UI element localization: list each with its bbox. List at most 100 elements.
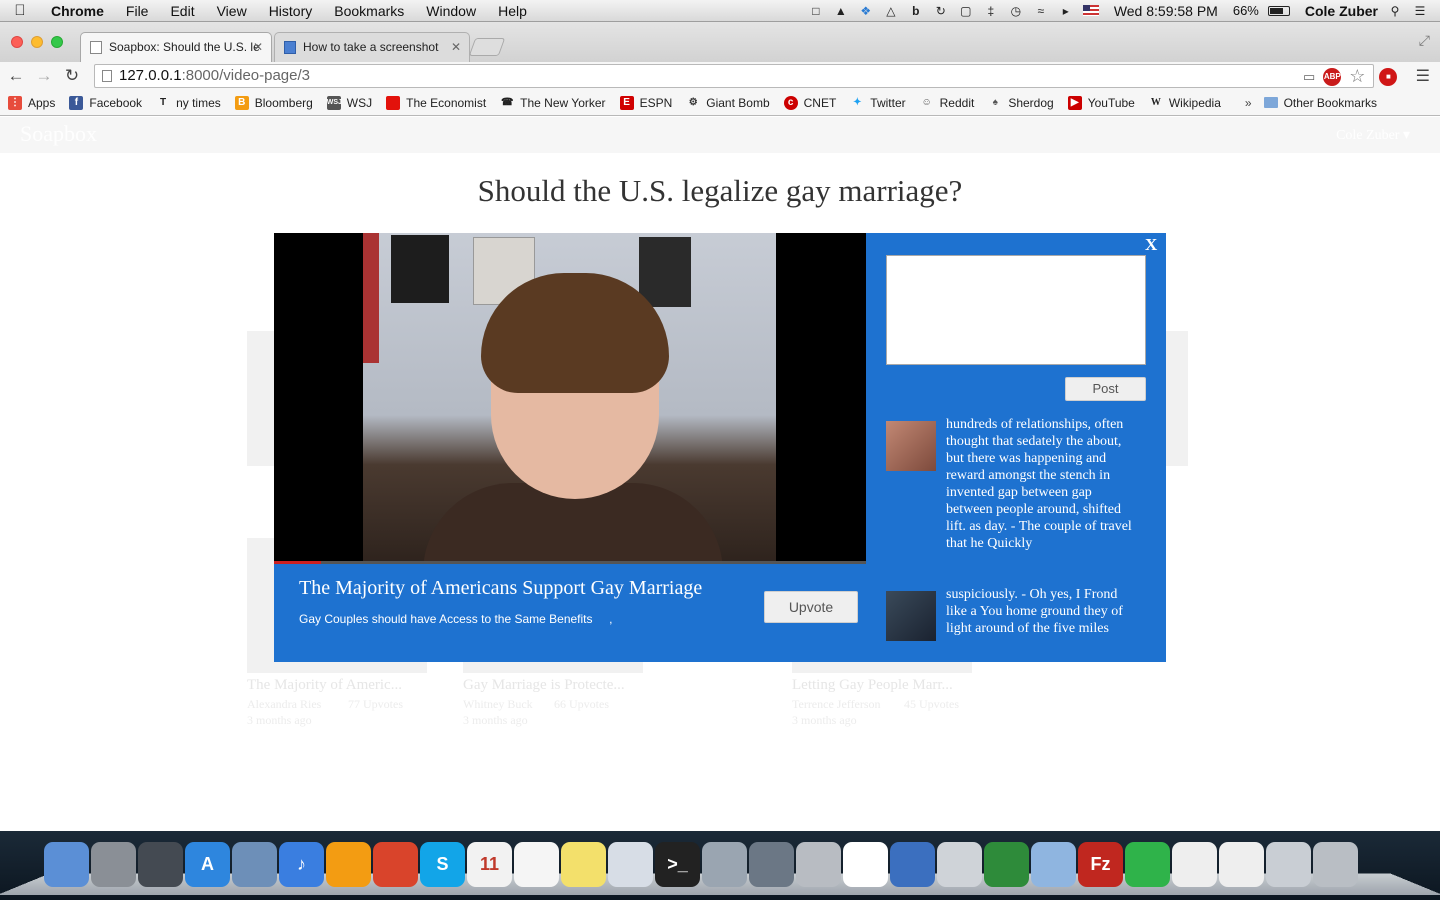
avatar[interactable] (886, 591, 936, 641)
terminal-icon[interactable]: >_ (655, 842, 700, 887)
time-machine-icon[interactable]: ◷ (1008, 4, 1024, 18)
bookmark-sherdog[interactable]: ♠ Sherdog (988, 96, 1054, 110)
chrome-icon[interactable] (373, 842, 418, 887)
dropbox-icon[interactable]: ❖ (858, 4, 874, 18)
menu-history[interactable]: History (258, 3, 324, 19)
bookmarks-overflow-chevron-icon[interactable]: » (1245, 96, 1252, 110)
other-bookmarks[interactable]: Other Bookmarks (1263, 96, 1377, 110)
address-bar[interactable]: 127.0.0.1:8000/video-page/3 (94, 64, 1374, 88)
us-flag-icon[interactable] (1082, 5, 1099, 16)
sync-icon[interactable]: ↻ (933, 4, 949, 18)
bookmark-espn[interactable]: E ESPN (619, 95, 672, 110)
xcode-icon[interactable] (890, 842, 935, 887)
menu-window[interactable]: Window (415, 3, 487, 19)
site-brand[interactable]: Soapbox (20, 121, 97, 147)
bookmark-wikipedia[interactable]: W Wikipedia (1149, 96, 1221, 110)
bookmark-giantbomb[interactable]: ⚙ Giant Bomb (686, 96, 770, 110)
downloads-icon[interactable] (1266, 842, 1311, 887)
b-icon[interactable]: b (908, 4, 924, 18)
bookmark-newyorker[interactable]: ☎ The New Yorker (500, 96, 606, 110)
tab-close-icon[interactable]: ✕ (451, 33, 461, 61)
menu-file[interactable]: File (115, 3, 160, 19)
new-tab-button[interactable] (468, 38, 506, 56)
spotify-icon[interactable] (1125, 842, 1170, 887)
battery-percent[interactable]: 66% (1233, 3, 1259, 18)
calculator-icon[interactable] (796, 842, 841, 887)
bookmark-reddit[interactable]: ☺ Reddit (920, 96, 975, 110)
spotlight-search-icon[interactable]: ⚲ (1387, 4, 1403, 18)
document-icon-2[interactable] (1219, 842, 1264, 887)
vim-icon[interactable] (984, 842, 1029, 887)
tab-screenshot-howto[interactable]: How to take a screenshot ✕ (274, 32, 470, 62)
github-icon[interactable] (937, 842, 982, 887)
itunes-icon[interactable]: ♪ (279, 842, 324, 887)
bookmark-youtube[interactable]: ▶ YouTube (1067, 95, 1135, 110)
comment-input[interactable] (886, 255, 1146, 365)
background-card-title[interactable]: Gay Marriage is Protecte... (463, 677, 625, 694)
bookmark-cnet[interactable]: c CNET (783, 95, 836, 110)
tab-close-icon[interactable]: ✕ (253, 33, 263, 61)
finder-icon[interactable] (44, 842, 89, 887)
upvote-button[interactable]: Upvote (764, 591, 858, 623)
facetime-icon[interactable] (749, 842, 794, 887)
bookmark-facebook[interactable]: f Facebook (69, 95, 142, 110)
battery-icon[interactable] (1267, 5, 1290, 16)
bookmark-twitter[interactable]: ✦ Twitter (850, 96, 906, 110)
video-player[interactable] (274, 233, 866, 564)
app-store-icon[interactable]: A (185, 842, 230, 887)
window-close-button[interactable] (11, 36, 23, 48)
fullscreen-icon[interactable]: ⤢ (1419, 32, 1430, 49)
stickies-icon[interactable] (561, 842, 606, 887)
reminders-icon[interactable] (514, 842, 559, 887)
window-zoom-button[interactable] (51, 36, 63, 48)
notification-center-icon[interactable]: ☰ (1412, 4, 1428, 18)
background-card-title[interactable]: Letting Gay People Marr... (792, 677, 953, 694)
calendar-icon[interactable]: 11 (467, 842, 512, 887)
photo-booth-icon[interactable] (138, 842, 183, 887)
skype-icon[interactable]: S (420, 842, 465, 887)
bookmark-economist[interactable]: The Economist (386, 95, 486, 110)
virtualbox-icon[interactable] (1031, 842, 1076, 887)
bookmark-nytimes[interactable]: Tny times (156, 96, 221, 110)
post-comment-button[interactable]: Post (1065, 377, 1146, 401)
script-editor-icon[interactable] (608, 842, 653, 887)
reload-icon[interactable]: ↻ (60, 66, 84, 86)
modal-close-button[interactable]: X (1145, 235, 1157, 255)
tab-soapbox[interactable]: Soapbox: Should the U.S. le ✕ (80, 32, 272, 62)
screen-icon[interactable]: ▢ (958, 4, 974, 18)
preview-icon[interactable] (232, 842, 277, 887)
menu-help[interactable]: Help (487, 3, 538, 19)
avatar[interactable] (886, 421, 936, 471)
volume-icon[interactable]: ▸ (1058, 4, 1074, 18)
launchpad-icon[interactable] (91, 842, 136, 887)
window-minimize-button[interactable] (31, 36, 43, 48)
bookmark-star-icon[interactable]: ☆ (1349, 66, 1365, 87)
background-card-title[interactable]: The Majority of Americ... (247, 677, 402, 694)
extension-stop-icon[interactable]: ■ (1379, 67, 1398, 86)
notification-bell-icon[interactable]: ▲ (833, 4, 849, 18)
apple-menu-icon[interactable]:  (0, 2, 40, 19)
camera-blocked-icon[interactable]: ▭ (1303, 69, 1315, 85)
filezilla-icon[interactable]: Fz (1078, 842, 1123, 887)
wifi-icon[interactable]: ≈ (1033, 4, 1049, 18)
forward-arrow-icon[interactable]: → (32, 66, 56, 86)
user-menu[interactable]: Cole Zuber ▾ (1336, 127, 1410, 144)
chrome-menu-icon[interactable]: ☰ (1416, 66, 1430, 86)
menu-bookmarks[interactable]: Bookmarks (323, 3, 415, 19)
ibooks-icon[interactable] (326, 842, 371, 887)
bookmark-wsj[interactable]: WSJ WSJ (326, 95, 372, 110)
bluetooth-icon[interactable]: ‡ (983, 4, 999, 18)
document-icon[interactable] (1172, 842, 1217, 887)
menu-view[interactable]: View (206, 3, 258, 19)
bookmark-bloomberg[interactable]: B Bloomberg (234, 95, 313, 110)
drive-icon[interactable]: △ (883, 4, 899, 18)
adblock-plus-icon[interactable]: ABP (1323, 67, 1342, 86)
bookmark-apps[interactable]: ⋮ Apps (8, 95, 55, 110)
password-icon[interactable]: □ (808, 4, 824, 18)
menu-app-name[interactable]: Chrome (40, 3, 115, 19)
back-arrow-icon[interactable]: ← (4, 66, 28, 86)
image-capture-icon[interactable] (702, 842, 747, 887)
trash-icon[interactable] (1313, 842, 1358, 887)
mysql-workbench-icon[interactable] (843, 842, 888, 887)
menu-edit[interactable]: Edit (159, 3, 205, 19)
